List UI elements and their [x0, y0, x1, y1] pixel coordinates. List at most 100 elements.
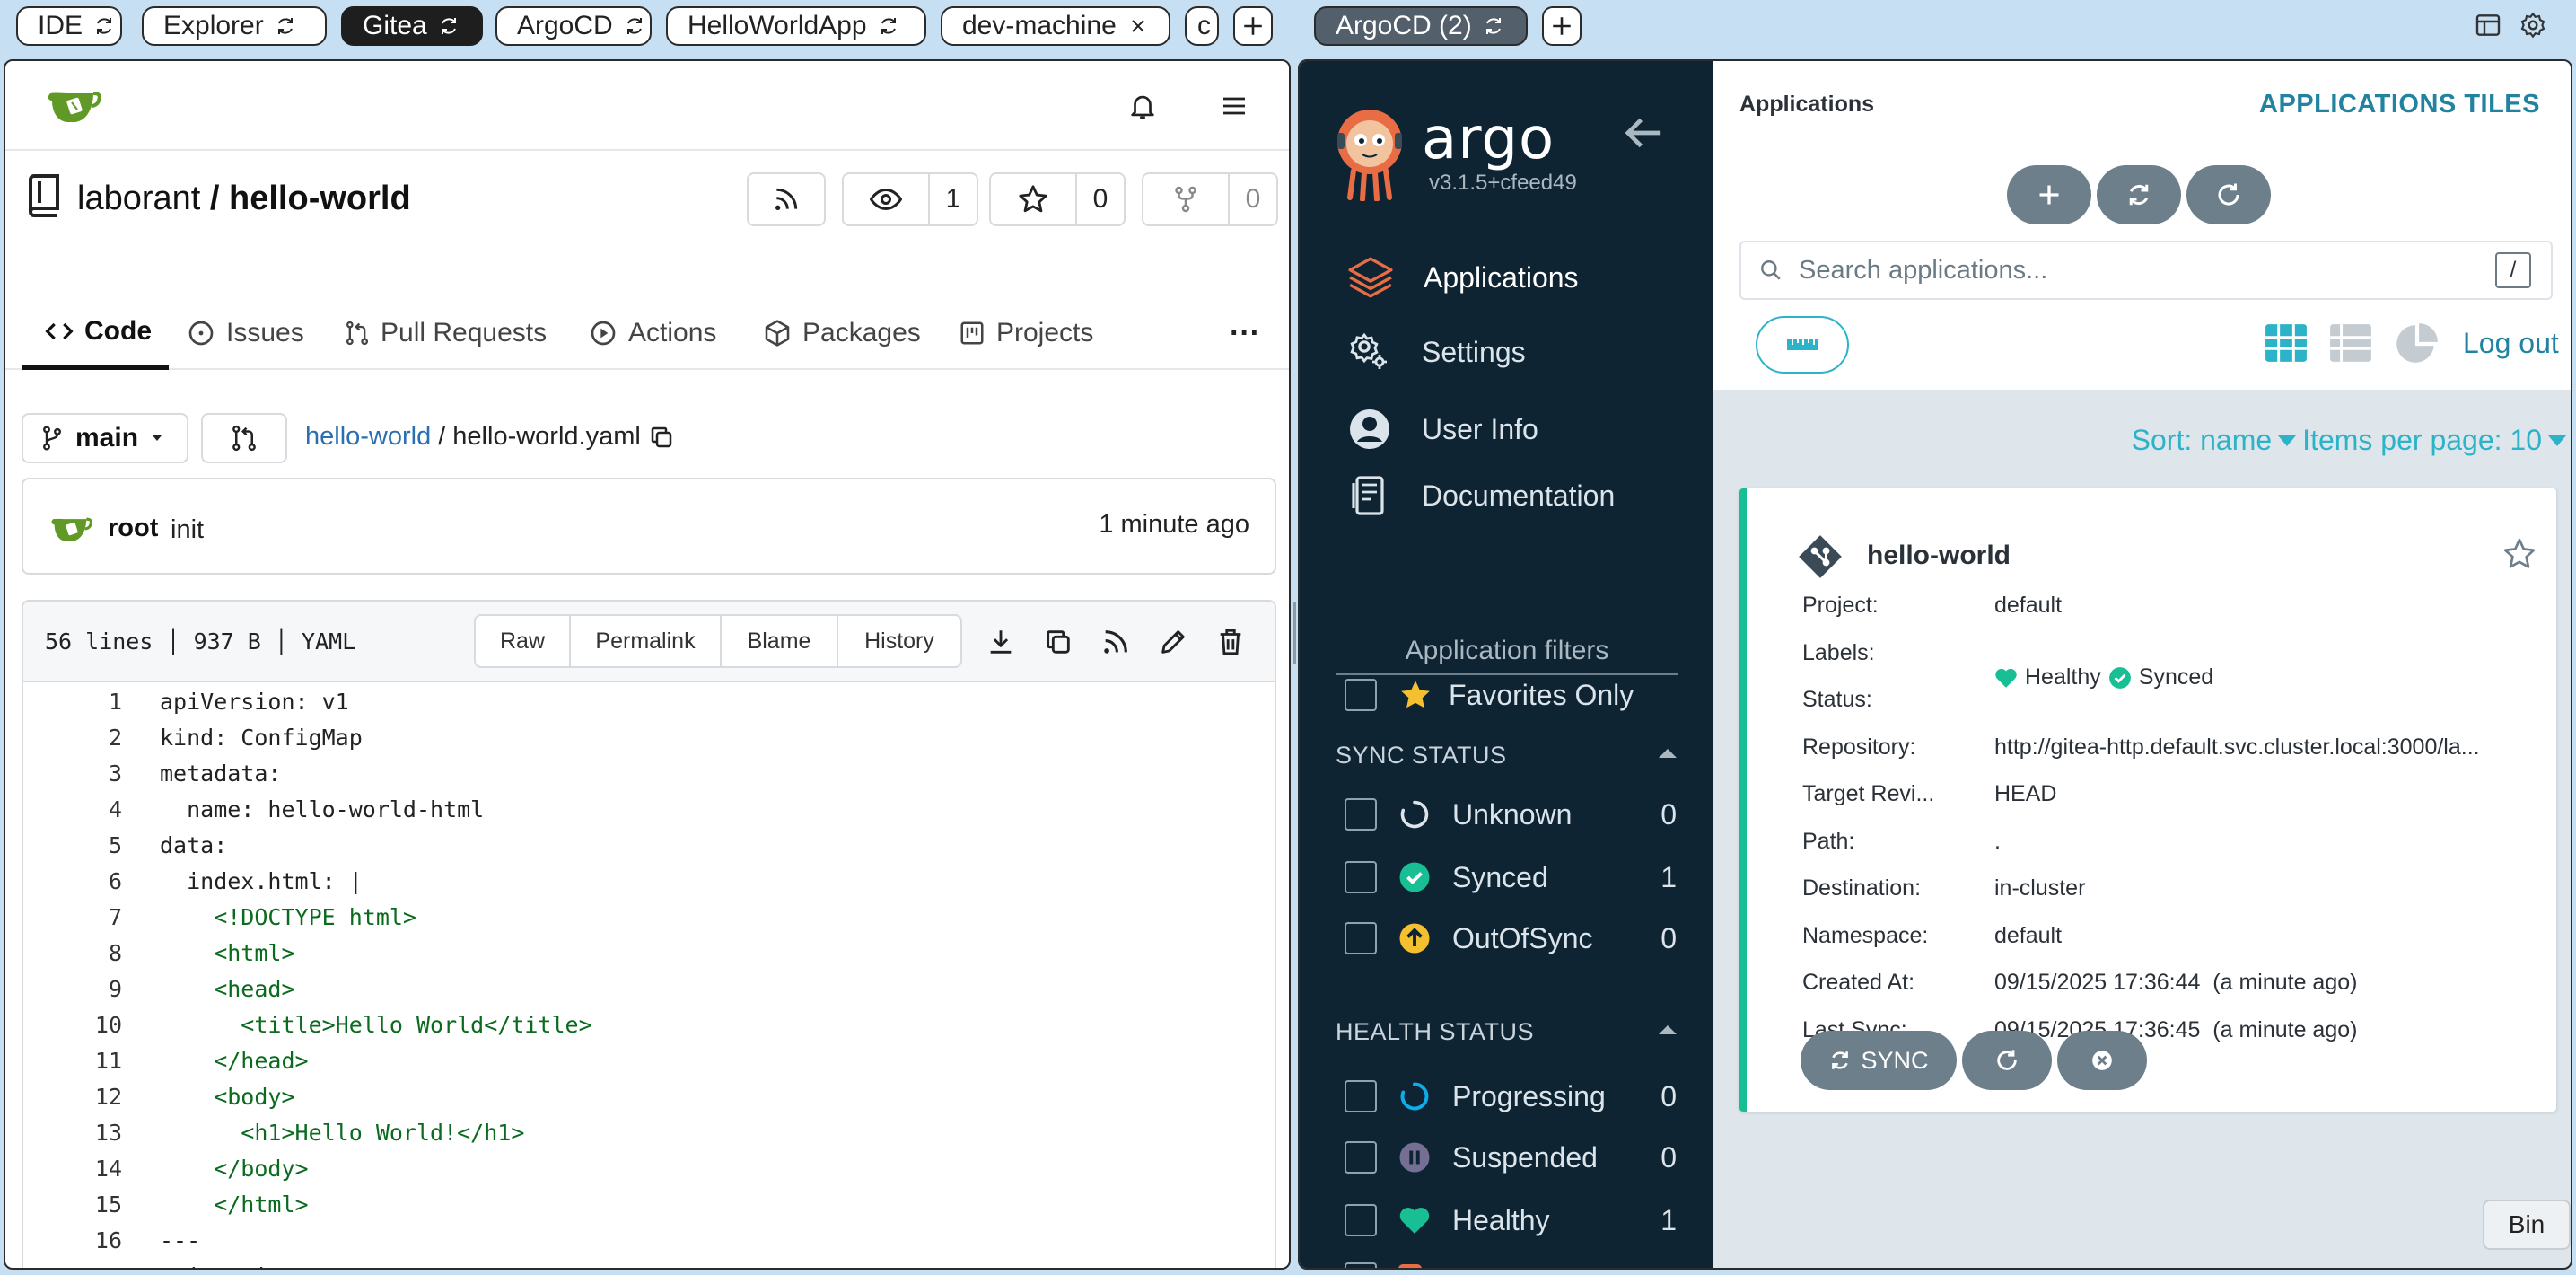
tab-issues[interactable]: Issues [187, 296, 304, 370]
line-number[interactable]: 14 [23, 1151, 122, 1187]
refresh-icon[interactable] [1483, 15, 1504, 37]
download-icon[interactable] [986, 627, 1016, 657]
tab-ide[interactable]: IDE [16, 6, 122, 46]
filter-synced[interactable]: Synced 1 [1345, 855, 1677, 900]
blame-button[interactable]: Blame [722, 616, 838, 666]
tiles-view-icon[interactable] [2264, 321, 2309, 365]
line-number[interactable]: 6 [23, 864, 122, 900]
refresh-app-button[interactable] [1962, 1031, 2052, 1090]
line-number[interactable]: 1 [23, 684, 122, 720]
fork-button[interactable]: 0 [1142, 172, 1278, 226]
line-number[interactable]: 3 [23, 756, 122, 792]
logout-link[interactable]: Log out [2463, 327, 2559, 360]
branch-selector[interactable]: main [22, 413, 188, 463]
filter-unknown[interactable]: Unknown 0 [1345, 792, 1677, 837]
tab-gitea[interactable]: Gitea [341, 6, 483, 46]
sync-apps-button[interactable] [2097, 165, 2181, 224]
tab-packages[interactable]: Packages [763, 296, 921, 370]
pencil-icon[interactable] [1158, 627, 1188, 657]
copy-icon[interactable] [1043, 627, 1073, 657]
permalink-button[interactable]: Permalink [571, 616, 722, 666]
line-number[interactable]: 13 [23, 1115, 122, 1151]
delete-app-button[interactable] [2057, 1031, 2147, 1090]
pie-chart-view-icon[interactable] [2395, 321, 2440, 366]
collapse-up-icon[interactable] [1657, 1022, 1678, 1036]
refresh-icon[interactable] [438, 15, 460, 37]
nav-documentation[interactable]: Documentation [1348, 474, 1615, 517]
filter-outofsync[interactable]: OutOfSync 0 [1345, 916, 1677, 961]
add-tab-button[interactable] [1233, 6, 1273, 46]
filter-toggle-button[interactable] [1756, 316, 1849, 374]
tab-code[interactable]: Code [22, 296, 169, 370]
filter-checkbox[interactable] [1345, 922, 1377, 954]
nav-settings[interactable]: Settings [1348, 330, 1526, 374]
line-number[interactable]: 2 [23, 720, 122, 756]
breadcrumb-applications[interactable]: Applications [1739, 92, 1874, 118]
line-number[interactable]: 4 [23, 792, 122, 828]
close-icon[interactable] [1127, 15, 1149, 37]
more-tabs-button[interactable]: ··· [1230, 296, 1260, 370]
favorites-filter[interactable]: Favorites Only [1345, 668, 1677, 722]
repo-name-link[interactable]: hello-world [229, 180, 411, 217]
repo-owner-link[interactable]: laborant [77, 180, 200, 217]
layout-icon[interactable] [2474, 11, 2502, 40]
compare-button[interactable] [201, 413, 287, 463]
filter-checkbox[interactable] [1345, 1080, 1377, 1112]
gitea-logo-icon[interactable] [47, 86, 102, 126]
favorites-checkbox[interactable] [1345, 679, 1377, 711]
line-number[interactable]: 12 [23, 1079, 122, 1115]
line-number[interactable]: 16 [23, 1223, 122, 1259]
new-app-button[interactable] [2007, 165, 2091, 224]
tab-pull-requests[interactable]: Pull Requests [345, 296, 547, 370]
tab-dev-machine[interactable]: dev-machine [941, 6, 1170, 46]
tab-c[interactable]: c [1185, 6, 1219, 46]
filter-progressing[interactable]: Progressing 0 [1345, 1074, 1677, 1119]
bin-button[interactable]: Bin [2483, 1200, 2571, 1250]
watch-button[interactable]: 1 [842, 172, 978, 226]
add-tab-button-right[interactable] [1542, 6, 1582, 46]
filter-checkbox[interactable] [1345, 1204, 1377, 1236]
line-number[interactable]: 5 [23, 828, 122, 864]
line-number[interactable]: 10 [23, 1007, 122, 1043]
hamburger-menu-icon[interactable] [1219, 92, 1249, 120]
filter-checkbox-partial[interactable] [1345, 1262, 1377, 1268]
filter-healthy[interactable]: Healthy 1 [1345, 1198, 1677, 1243]
search-applications[interactable]: Search applications... / [1739, 241, 2553, 300]
favorite-star-icon[interactable] [2502, 537, 2537, 571]
app-name[interactable]: hello-world [1867, 541, 2011, 571]
tab-actions[interactable]: Actions [589, 296, 716, 370]
refresh-icon[interactable] [275, 15, 296, 37]
tab-explorer[interactable]: Explorer [142, 6, 327, 46]
history-button[interactable]: History [838, 616, 960, 666]
line-number[interactable]: 8 [23, 936, 122, 972]
application-tile[interactable]: hello-world Project: default Labels: Status… [1739, 488, 2556, 1112]
filter-suspended[interactable]: Suspended 0 [1345, 1135, 1677, 1180]
line-number[interactable]: 9 [23, 972, 122, 1007]
refresh-icon[interactable] [878, 15, 899, 37]
tab-argocd-2[interactable]: ArgoCD (2) [1314, 6, 1528, 46]
line-number[interactable]: 15 [23, 1187, 122, 1223]
collapse-up-icon[interactable] [1657, 745, 1678, 760]
arrow-left-icon[interactable] [1625, 115, 1664, 151]
argo-octopus-logo-icon[interactable] [1334, 108, 1406, 201]
nav-user-info[interactable]: User Info [1348, 408, 1538, 451]
tab-projects[interactable]: Projects [959, 296, 1093, 370]
items-per-page-selector[interactable]: Items per page: 10 [2302, 424, 2542, 457]
sort-selector[interactable]: Sort: name [2132, 424, 2273, 457]
line-number[interactable]: 17 [23, 1259, 122, 1268]
nav-applications[interactable]: Applications [1348, 257, 1579, 298]
refresh-icon[interactable] [624, 15, 645, 37]
search-input[interactable]: Search applications... [1799, 256, 2047, 286]
filter-checkbox[interactable] [1345, 798, 1377, 831]
gear-icon[interactable] [2519, 11, 2547, 40]
tab-helloworldapp[interactable]: HelloWorldApp [666, 6, 926, 46]
list-view-icon[interactable] [2328, 321, 2373, 365]
line-number[interactable]: 11 [23, 1043, 122, 1079]
tab-argocd[interactable]: ArgoCD [495, 6, 652, 46]
refresh-apps-button[interactable] [2186, 165, 2271, 224]
copy-path-icon[interactable] [648, 424, 675, 451]
filter-checkbox[interactable] [1345, 861, 1377, 893]
rss-button[interactable] [747, 172, 826, 226]
bell-icon[interactable] [1127, 90, 1158, 122]
breadcrumb-repo-link[interactable]: hello-world [305, 422, 431, 452]
